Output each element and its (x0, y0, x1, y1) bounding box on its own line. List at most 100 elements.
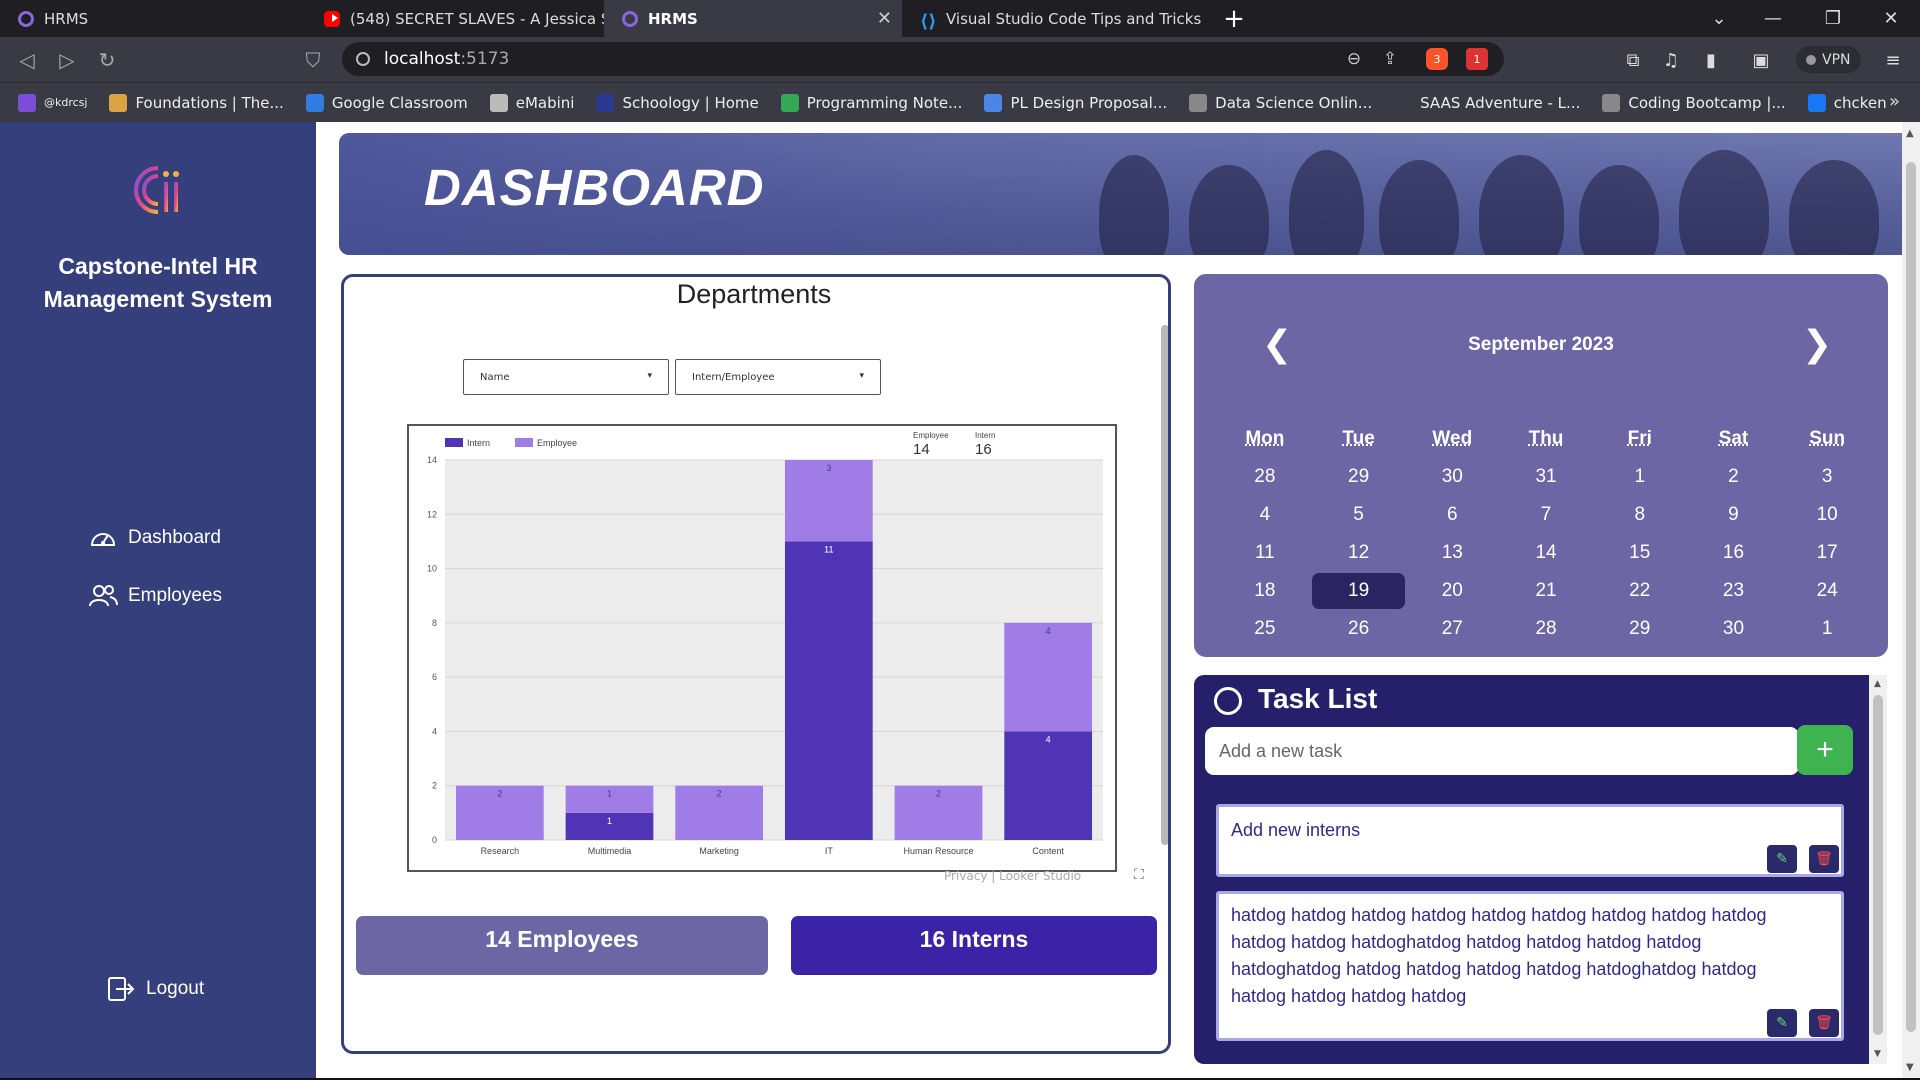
calendar-day[interactable]: 2 (1687, 459, 1781, 495)
calendar-day[interactable]: 22 (1593, 573, 1687, 609)
calendar-grid: Mon Tue Wed Thu Fri Sat Sun 28 29 30 31 1 2 3 4 5 6 7 8 9 10… (1218, 420, 1874, 648)
address-bar[interactable]: localhost:5173 ⊖ ⇪ 3 1 (342, 42, 1504, 76)
close-window-button[interactable]: ✕ (1868, 0, 1914, 37)
calendar-day[interactable]: 14 (1499, 535, 1593, 571)
calendar-day[interactable]: 23 (1687, 573, 1781, 609)
bookmark-item[interactable]: Data Science Onlin... (1189, 93, 1372, 112)
vpn-button[interactable]: VPN (1796, 46, 1861, 73)
calendar-day[interactable]: 15 (1593, 535, 1687, 571)
page-scrollbar-thumb[interactable] (1906, 162, 1916, 1032)
bookmark-item[interactable]: Programming Note... (780, 93, 962, 112)
tab-vscode[interactable]: ⟨⟩ Visual Studio Code Tips and Tricks (902, 0, 1202, 37)
back-icon[interactable]: ◁ (12, 45, 42, 75)
looker-footer-links[interactable]: Privacy | Looker Studio (944, 869, 1081, 883)
share-icon[interactable]: ⇪ (1378, 48, 1402, 70)
new-tab-button[interactable]: + (1216, 0, 1252, 37)
calendar-day[interactable]: 28 (1218, 459, 1312, 495)
calendar-next-button[interactable]: ❯ (1802, 324, 1832, 365)
sidebar-toggle-icon[interactable]: ▮ (1698, 47, 1724, 73)
brave-shields-icon[interactable]: 3 (1426, 48, 1448, 70)
forward-icon[interactable]: ▷ (52, 45, 82, 75)
scroll-down-icon[interactable]: ▼ (1906, 1062, 1914, 1073)
tab-youtube[interactable]: (548) SECRET SLAVES - A Jessica Soho (306, 0, 604, 37)
fullscreen-icon[interactable]: ⛶ (1134, 867, 1144, 883)
type-filter-dropdown[interactable]: Intern/Employee ▾ (675, 359, 881, 395)
employees-count-button[interactable]: 14 Employees (356, 916, 768, 975)
name-filter-dropdown[interactable]: Name ▾ (463, 359, 669, 395)
bookmark-item[interactable]: @kdrcsj (18, 93, 87, 112)
calendar-day[interactable]: 17 (1780, 535, 1874, 571)
bookmark-item[interactable]: eMabini (489, 93, 574, 112)
bookmark-item[interactable]: chcken (1807, 93, 1887, 112)
reload-icon[interactable]: ↻ (92, 45, 122, 75)
zoom-icon[interactable]: ⊖ (1342, 48, 1366, 70)
calendar-day[interactable]: 6 (1405, 497, 1499, 533)
calendar-day[interactable]: 31 (1499, 459, 1593, 495)
calendar-day[interactable]: 21 (1499, 573, 1593, 609)
minimize-button[interactable]: — (1750, 0, 1796, 37)
calendar-day[interactable]: 29 (1312, 459, 1406, 495)
media-icon[interactable]: ♫ (1658, 47, 1684, 73)
task-scrollbar-thumb[interactable] (1873, 695, 1883, 1035)
sidebar-item-employees[interactable]: Employees (88, 581, 222, 611)
tab-hrms-active[interactable]: HRMS ✕ (604, 0, 902, 37)
logout-button[interactable]: Logout (106, 974, 204, 1004)
bookmark-item[interactable]: Schoology | Home (596, 93, 759, 112)
bookmark-icon[interactable]: ⛉ (298, 45, 328, 75)
tab-search-chevron-icon[interactable]: ⌄ (1696, 0, 1742, 37)
calendar-day[interactable]: 7 (1499, 497, 1593, 533)
new-task-input[interactable] (1205, 727, 1799, 775)
more-bookmarks-icon[interactable]: » (1889, 91, 1900, 112)
close-tab-icon[interactable]: ✕ (877, 8, 892, 29)
edit-icon[interactable]: ✎ (1767, 845, 1797, 873)
trash-icon[interactable]: 🗑 (1809, 845, 1839, 873)
calendar-day[interactable]: 30 (1687, 611, 1781, 647)
calendar-day[interactable]: 10 (1780, 497, 1874, 533)
calendar-day[interactable]: 30 (1405, 459, 1499, 495)
scroll-up-icon[interactable]: ▲ (1906, 128, 1914, 139)
bookmark-item[interactable]: Google Classroom (305, 93, 468, 112)
scroll-down-icon[interactable]: ▼ (1874, 1049, 1881, 1059)
bookmark-item[interactable]: Coding Bootcamp |... (1602, 93, 1786, 112)
calendar-day[interactable]: 16 (1687, 535, 1781, 571)
bookmark-item[interactable]: PL Design Proposal... (984, 93, 1167, 112)
calendar-day[interactable]: 11 (1218, 535, 1312, 571)
calendar-day[interactable]: 1 (1780, 611, 1874, 647)
add-task-button[interactable]: + (1797, 725, 1853, 775)
calendar-day[interactable]: 19 (1311, 573, 1406, 609)
departments-scrollbar[interactable] (1161, 325, 1168, 845)
scroll-up-icon[interactable]: ▲ (1874, 679, 1881, 689)
calendar-day[interactable]: 1 (1593, 459, 1687, 495)
brave-rewards-icon[interactable]: 1 (1466, 48, 1488, 70)
sidebar-item-dashboard[interactable]: Dashboard (88, 523, 221, 553)
bookmark-item[interactable]: Foundations | The... (109, 93, 284, 112)
calendar-day[interactable]: 20 (1405, 573, 1499, 609)
wallet-icon[interactable]: ▣ (1748, 47, 1774, 73)
tab-hrms-1[interactable]: HRMS (0, 0, 306, 37)
restore-button[interactable]: ❐ (1810, 0, 1856, 37)
edit-icon[interactable]: ✎ (1767, 1009, 1797, 1037)
calendar-day[interactable]: 8 (1593, 497, 1687, 533)
calendar-day[interactable]: 12 (1312, 535, 1406, 571)
page-scrollbar[interactable]: ▲ ▼ (1902, 122, 1920, 1080)
calendar-day[interactable]: 18 (1218, 573, 1312, 609)
extensions-icon[interactable]: ⧉ (1620, 47, 1646, 73)
calendar-day[interactable]: 27 (1405, 611, 1499, 647)
calendar-day[interactable]: 5 (1312, 497, 1406, 533)
calendar-day[interactable]: 4 (1218, 497, 1312, 533)
calendar-day[interactable]: 9 (1687, 497, 1781, 533)
site-info-icon[interactable] (356, 52, 370, 66)
calendar-day[interactable]: 24 (1780, 573, 1874, 609)
calendar-day[interactable]: 3 (1780, 459, 1874, 495)
interns-count-button[interactable]: 16 Interns (791, 916, 1157, 975)
calendar-day[interactable]: 26 (1312, 611, 1406, 647)
calendar-day[interactable]: 13 (1405, 535, 1499, 571)
trash-icon[interactable]: 🗑 (1809, 1009, 1839, 1037)
data-label: 11 (824, 544, 833, 554)
calendar-day[interactable]: 29 (1593, 611, 1687, 647)
bookmark-item[interactable]: SAAS Adventure - L... (1394, 93, 1580, 112)
task-list-scrollbar[interactable]: ▲ ▼ (1869, 675, 1887, 1064)
menu-icon[interactable]: ≡ (1880, 47, 1906, 73)
calendar-day[interactable]: 28 (1499, 611, 1593, 647)
calendar-day[interactable]: 25 (1218, 611, 1312, 647)
